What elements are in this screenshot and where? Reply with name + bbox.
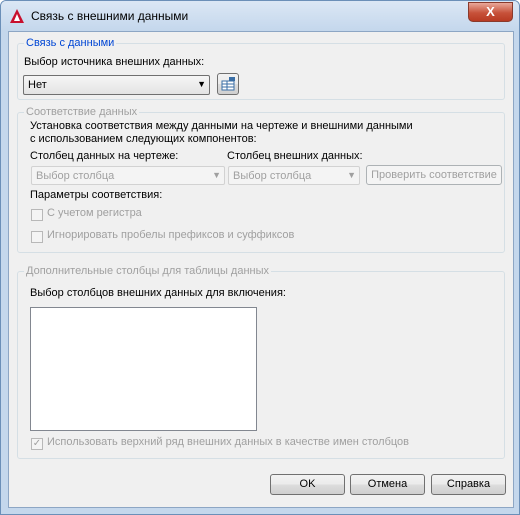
check-match-button[interactable]: Проверить соответствие [366,165,502,185]
drawing-column-label: Столбец данных на чертеже: [30,150,179,162]
extra-columns-group: Дополнительные столбцы для таблицы данны… [17,265,505,459]
match-params-label: Параметры соответствия: [30,189,163,201]
link-data-source-button[interactable] [217,73,239,95]
use-header-label: Использовать верхний ряд внешних данных … [47,436,410,448]
match-description-line1: Установка соответствия между данными на … [30,120,413,132]
use-header-checkbox[interactable]: ✓ [31,438,43,450]
case-sensitive-checkbox[interactable] [31,209,43,221]
close-button[interactable]: X [468,2,513,22]
help-button[interactable]: Справка [431,474,506,495]
data-link-group-title: Связь с данными [24,37,117,49]
extra-columns-group-title: Дополнительные столбцы для таблицы данны… [24,265,272,277]
dialog-window: Связь с внешними данными X Связь с данны… [0,0,520,515]
case-sensitive-label: С учетом регистра [47,207,142,219]
source-dropdown[interactable]: Нет ▼ [23,75,210,95]
external-column-value: Выбор столбца [233,170,312,182]
cancel-button[interactable]: Отмена [350,474,425,495]
window-title: Связь с внешними данными [31,9,189,23]
drawing-column-value: Выбор столбца [36,170,115,182]
ignore-spaces-checkbox[interactable] [31,231,43,243]
select-columns-label: Выбор столбцов внешних данных для включе… [30,287,286,299]
external-column-dropdown[interactable]: Выбор столбца ▼ [228,166,360,185]
external-columns-list[interactable] [30,307,257,431]
source-label: Выбор источника внешних данных: [24,56,205,68]
drawing-column-dropdown[interactable]: Выбор столбца ▼ [31,166,225,185]
ok-button[interactable]: OK [270,474,345,495]
database-link-icon [221,77,235,91]
chevron-down-icon: ▼ [347,170,356,180]
chevron-down-icon: ▼ [212,170,221,180]
title-bar[interactable]: Связь с внешними данными X [1,1,519,31]
data-link-group: Связь с данными Выбор источника внешних … [17,37,505,100]
autocad-logo-icon [10,9,24,23]
match-description-line2: с использованием следующих компонентов: [30,133,257,145]
external-column-label: Столбец внешних данных: [227,150,363,162]
source-dropdown-value: Нет [28,79,47,91]
data-match-group-title: Соответствие данных [24,106,140,118]
chevron-down-icon: ▼ [197,79,206,89]
ignore-spaces-label: Игнорировать пробелы префиксов и суффикс… [47,229,295,241]
data-match-group: Соответствие данных Установка соответств… [17,106,505,253]
dialog-client-area: Связь с данными Выбор источника внешних … [8,31,514,508]
